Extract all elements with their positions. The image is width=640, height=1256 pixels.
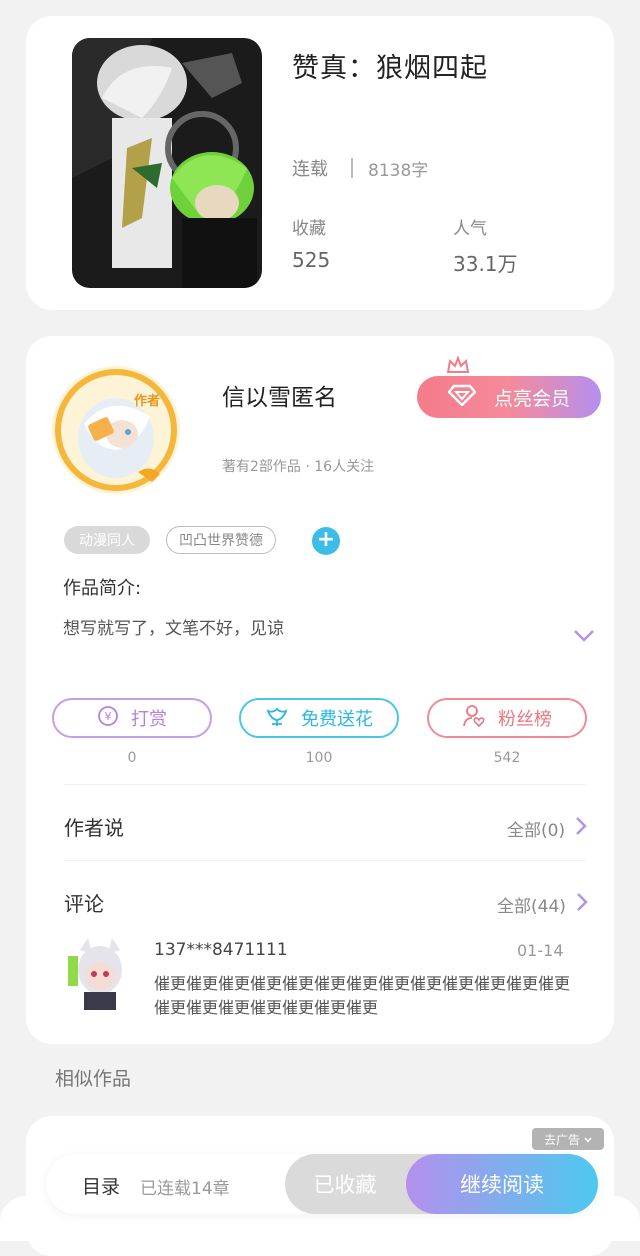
fans-label: 粉丝榜 <box>498 709 552 730</box>
crown-icon <box>446 355 470 378</box>
reward-button[interactable]: ¥ 打赏 <box>52 698 212 738</box>
send-flower-button[interactable]: 免费送花 <box>239 698 399 738</box>
status-divider <box>351 158 353 178</box>
flower-count: 100 <box>305 750 333 766</box>
fans-count: 542 <box>493 750 521 766</box>
author-name[interactable]: 信以雪匿名 <box>222 378 337 412</box>
add-tag-button[interactable]: + <box>312 527 340 555</box>
intro-text: 想写就写了，文笔不好，见谅 <box>63 619 284 639</box>
author-badge: 作者 <box>134 394 161 409</box>
comments-more[interactable]: 全部(44) <box>497 892 588 917</box>
commenter-avatar[interactable] <box>68 936 128 1010</box>
yen-coin-icon: ¥ <box>97 705 119 732</box>
comments-more-label: 全部(44) <box>497 897 566 917</box>
book-cover[interactable] <box>72 38 262 288</box>
chapter-count: 已连载14章 <box>140 1179 230 1199</box>
book-title: 赞真：狼烟四起 <box>292 53 488 84</box>
divider <box>64 784 586 785</box>
author-meta: 著有2部作品 · 16人关注 <box>222 459 375 475</box>
tag-chip[interactable]: 凹凸世界赞德 <box>166 526 276 554</box>
vip-button[interactable]: 点亮会员 <box>417 376 601 418</box>
chevron-right-icon <box>575 816 587 841</box>
popularity-value: 33.1万 <box>453 252 518 276</box>
intro-label: 作品简介: <box>63 578 142 599</box>
author-says-more[interactable]: 全部(0) <box>507 816 587 841</box>
book-word-count: 8138字 <box>368 161 429 181</box>
continue-reading-label: 继续阅读 <box>460 1173 544 1197</box>
favorites-value: 525 <box>292 248 331 272</box>
collected-label: 已收藏 <box>313 1173 377 1197</box>
author-says-more-label: 全部(0) <box>507 821 566 841</box>
reward-label: 打赏 <box>131 709 167 730</box>
vip-button-label: 点亮会员 <box>493 387 570 410</box>
book-info-card: 赞真：狼烟四起 连载 8138字 收藏 525 人气 33.1万 <box>26 16 614 310</box>
author-avatar[interactable] <box>50 364 182 496</box>
svg-text:¥: ¥ <box>105 710 112 723</box>
favorites-label: 收藏 <box>292 219 326 239</box>
continue-reading-button[interactable]: 继续阅读 <box>406 1154 598 1214</box>
author-says-title: 作者说 <box>64 816 124 840</box>
tag-chip[interactable]: 动漫同人 <box>64 526 150 554</box>
comments-title: 评论 <box>64 892 104 916</box>
remove-ad-button[interactable]: 去广告 <box>532 1128 604 1150</box>
flower-label: 免费送花 <box>301 709 373 730</box>
author-card: 作者 信以雪匿名 著有2部作品 · 16人关注 点亮会员 动漫同人 凹凸世界赞德… <box>26 336 614 1044</box>
divider <box>64 860 586 861</box>
user-heart-icon <box>462 704 486 733</box>
diamond-icon <box>447 384 477 411</box>
flower-icon <box>265 705 289 732</box>
remove-ad-label: 去广告 <box>543 1132 580 1147</box>
comment-date: 01-14 <box>517 941 564 960</box>
popularity-label: 人气 <box>453 219 487 239</box>
fans-ranking-button[interactable]: 粉丝榜 <box>427 698 587 738</box>
chevron-right-icon <box>576 892 588 917</box>
comment-text: 催更催更催更催更催更催更催更催更催更催更催更催更催更催更催更催更催更催更催更催更 <box>154 974 571 1017</box>
chevron-down-icon <box>584 1132 592 1146</box>
book-status: 连载 <box>292 159 328 180</box>
commenter-name[interactable]: 137***8471111 <box>154 940 288 960</box>
chevron-down-icon[interactable] <box>573 628 595 647</box>
similar-works-title: 相似作品 <box>55 1068 132 1090</box>
reward-count: 0 <box>127 750 137 766</box>
toc-button[interactable]: 目录 <box>82 1172 120 1199</box>
